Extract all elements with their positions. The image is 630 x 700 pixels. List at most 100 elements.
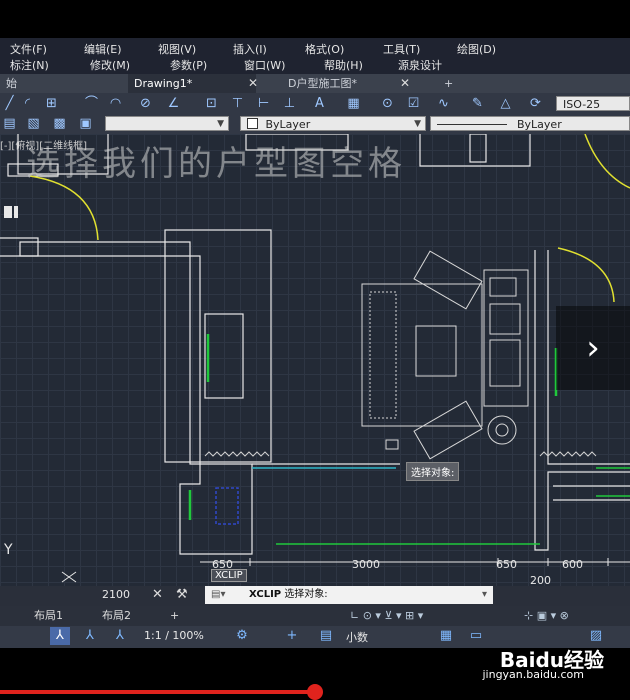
- armchair: [413, 250, 483, 310]
- sofa-outline: [361, 283, 483, 427]
- cabinet-item: [489, 303, 521, 335]
- drawing-canvas[interactable]: Y [-][俯视][二维线框] 选择我们的户型图空格 选择对象: 650 300…: [0, 134, 630, 586]
- arc-icon[interactable]: ◜: [20, 96, 35, 111]
- insert-block-icon[interactable]: ⊡: [204, 96, 219, 111]
- text-icon[interactable]: A: [312, 96, 327, 111]
- wall-outline: [419, 134, 531, 167]
- menu-edit[interactable]: 编辑(E): [84, 41, 122, 57]
- units-value[interactable]: 小数: [346, 629, 368, 645]
- auto-scale-icon[interactable]: ⅄: [80, 627, 100, 645]
- menu-tools[interactable]: 工具(T): [383, 41, 420, 57]
- monitor-icon[interactable]: ▭: [466, 627, 486, 645]
- refresh-icon[interactable]: ⟳: [528, 96, 543, 111]
- selection-box: [215, 487, 239, 525]
- menu-insert[interactable]: 插入(I): [233, 41, 267, 57]
- wall-outline: [534, 250, 630, 551]
- tab-start[interactable]: 始: [0, 74, 23, 93]
- paint-icon[interactable]: ✎: [470, 96, 485, 111]
- chevron-down-icon: ▼: [217, 119, 224, 129]
- menu-bar: 文件(F) 编辑(E) 视图(V) 插入(I) 格式(O) 工具(T) 绘图(D…: [0, 38, 630, 92]
- command-name: XCLIP: [249, 589, 282, 600]
- hatch-icon[interactable]: ▦: [346, 96, 361, 111]
- chevron-down-icon: ▼: [414, 119, 421, 129]
- snap-tools-icon[interactable]: ∟ ⊙ ▾ ⊻ ▾ ⊞ ▾: [350, 606, 423, 626]
- menu-parametric[interactable]: 参数(P): [170, 57, 207, 73]
- menu-draw[interactable]: 绘图(D): [457, 41, 496, 57]
- next-image-arrow-icon[interactable]: ›: [556, 306, 630, 390]
- command-menu-icon[interactable]: ▾: [482, 586, 487, 604]
- menu-window[interactable]: 窗口(W): [244, 57, 285, 73]
- hatch-pattern: [204, 451, 270, 457]
- wave-icon[interactable]: ∿: [436, 96, 451, 111]
- menu-view[interactable]: 视图(V): [158, 41, 196, 57]
- tab-apartment-drawing[interactable]: D户型施工图*: [282, 74, 363, 93]
- close-tab-icon[interactable]: ✕: [400, 74, 410, 93]
- layer-match-icon[interactable]: ▩: [52, 116, 67, 131]
- layer-iso-icon[interactable]: ▣: [78, 116, 93, 131]
- close-tab-icon[interactable]: ✕: [248, 74, 258, 93]
- polyline-icon[interactable]: ╱: [2, 96, 17, 111]
- axis-cross: [61, 571, 77, 583]
- menu-dimension[interactable]: 标注(N): [10, 57, 49, 73]
- triangle-icon[interactable]: △: [498, 96, 513, 111]
- dimension-label: 600: [562, 558, 583, 571]
- menu-file[interactable]: 文件(F): [10, 41, 47, 57]
- linetype-value: ByLayer: [517, 118, 562, 131]
- coffee-table: [415, 325, 457, 377]
- tab-drawing1[interactable]: Drawing1*: [128, 74, 256, 93]
- linetype-dropdown[interactable]: ByLayer: [430, 116, 630, 131]
- arc-tool-icon[interactable]: ⌒: [84, 96, 99, 111]
- tab-layout1[interactable]: 布局1: [34, 606, 63, 626]
- command-history-icon[interactable]: ▤▾: [211, 586, 225, 604]
- check-icon[interactable]: ☑: [406, 96, 421, 111]
- linear-dim-icon[interactable]: ⊢: [256, 96, 271, 111]
- dimension-label: 200: [530, 574, 551, 586]
- dimension-label: 650: [496, 558, 517, 571]
- gear-icon[interactable]: ⚙: [232, 627, 252, 645]
- dimension-label: 3000: [352, 558, 380, 571]
- video-progress-bar[interactable]: [0, 690, 315, 694]
- layer-dropdown[interactable]: ▼: [105, 116, 229, 131]
- small-box: [385, 439, 399, 450]
- new-tab-button[interactable]: +: [438, 74, 459, 93]
- menu-yuanquan[interactable]: 源泉设计: [398, 57, 442, 73]
- properties-icon[interactable]: ▦: [436, 627, 456, 645]
- hardware-accel-icon[interactable]: ▨: [586, 627, 606, 645]
- plant-pot: [495, 423, 509, 437]
- ucs-y-label: Y: [3, 542, 13, 558]
- annotation-visibility-icon[interactable]: ⅄: [50, 627, 70, 645]
- layer-state-icon[interactable]: ▧: [26, 116, 41, 131]
- color-dropdown[interactable]: ByLayer ▼: [240, 116, 426, 131]
- wrench-icon[interactable]: ⚒: [176, 587, 188, 602]
- new-layout-button[interactable]: +: [170, 606, 179, 626]
- armchair: [413, 400, 483, 460]
- select-object-tooltip: 选择对象:: [406, 462, 460, 481]
- close-icon[interactable]: ✕: [152, 587, 163, 602]
- dimension-icon[interactable]: ⊤: [230, 96, 245, 111]
- annotation-scale-dropdown[interactable]: ISO-25: [556, 96, 630, 111]
- units-icon[interactable]: ▤: [316, 627, 336, 645]
- layer-icon[interactable]: ▤: [2, 116, 17, 131]
- draw-toolbar: ╱ ◜ ⊞ ⌒ ◠ ⊘ ∠ ⊡ ⊤ ⊢ ⊥ A ▦ ⊙ ☑ ∿ ✎ △ ⟳ IS…: [0, 93, 630, 114]
- grid-icon[interactable]: ⊞: [44, 96, 59, 111]
- menu-format[interactable]: 格式(O): [305, 41, 344, 57]
- no-icon[interactable]: ⊘: [138, 96, 153, 111]
- cabinet-item: [489, 277, 517, 297]
- command-input[interactable]: ▤▾ XCLIP 选择对象: ▾: [205, 586, 493, 604]
- scroll-arrows: [4, 206, 18, 218]
- annotation-scale-icon[interactable]: ⅄: [110, 627, 130, 645]
- menu-help[interactable]: 帮助(H): [324, 57, 363, 73]
- baseline-icon[interactable]: ⊥: [282, 96, 297, 111]
- angle-icon[interactable]: ∠: [166, 96, 181, 111]
- cabinet-item: [489, 339, 521, 387]
- file-tab-bar: 始 Drawing1* ✕ D户型施工图* ✕ +: [0, 74, 630, 93]
- circle-center-icon[interactable]: ⊙: [380, 96, 395, 111]
- command-prompt: 选择对象:: [284, 589, 328, 600]
- annotation-tools-icon[interactable]: ⊹ ▣ ▾ ⊗: [524, 606, 569, 626]
- plus-icon[interactable]: +: [282, 627, 302, 645]
- tab-layout2[interactable]: 布局2: [102, 606, 131, 626]
- scale-readout[interactable]: 1:1 / 100%: [144, 629, 204, 642]
- menu-modify[interactable]: 修改(M): [90, 57, 130, 73]
- wall-outline: [0, 237, 39, 257]
- arc3-icon[interactable]: ◠: [108, 96, 123, 111]
